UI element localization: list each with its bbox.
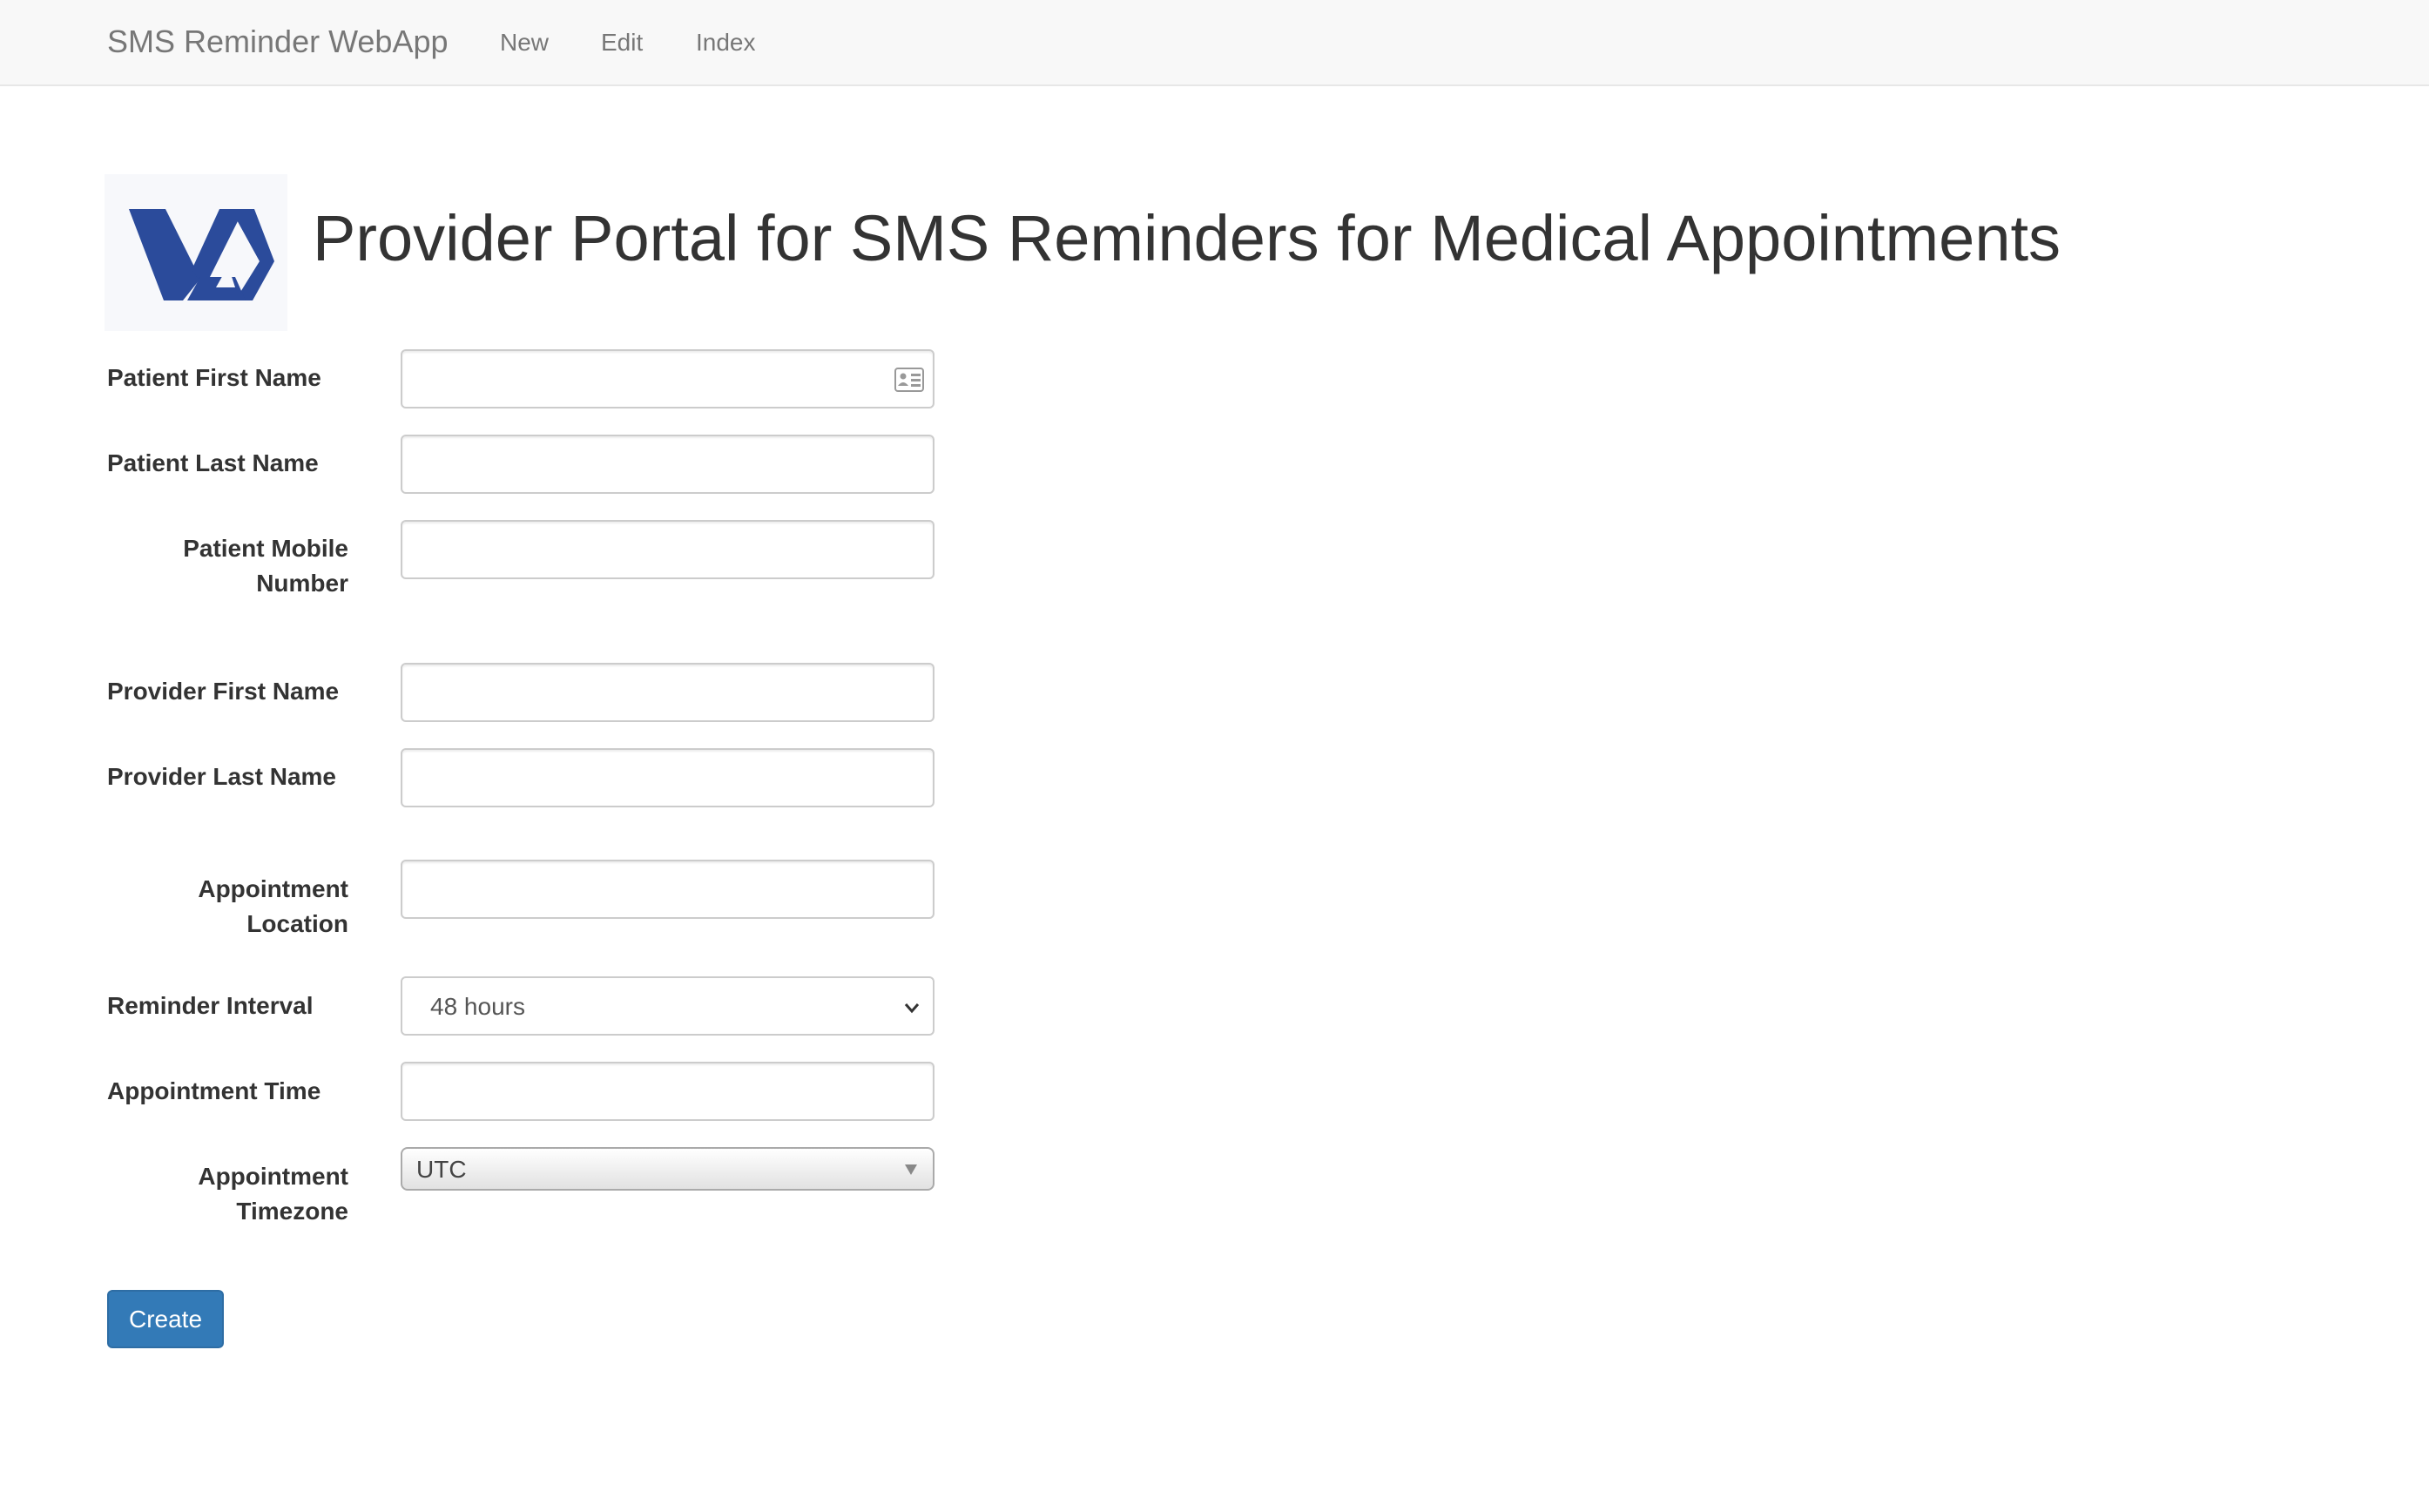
patient-mobile-number-input[interactable] [402,522,933,577]
patient-first-name-label: Patient First Name [107,364,321,391]
provider-first-name-input[interactable] [402,665,933,720]
appointment-timezone-value: UTC [416,1156,467,1183]
provider-last-name-field[interactable] [401,748,934,807]
page-title: Provider Portal for SMS Reminders for Me… [313,202,2061,274]
patient-mobile-number-field[interactable] [401,520,934,579]
nav-link-new[interactable]: New [500,28,549,57]
provider-first-name-label: Provider First Name [107,678,340,705]
appointment-location-field[interactable] [401,860,934,919]
patient-mobile-number-label: Patient Mobile Number [183,535,348,597]
caret-down-icon [905,1164,917,1175]
provider-last-name-input[interactable] [402,750,933,806]
appointment-location-input[interactable] [402,861,933,917]
appointment-location-label: Appointment Location [198,875,348,937]
brand-link[interactable]: SMS Reminder WebApp [107,23,449,61]
patient-first-name-input[interactable] [402,351,933,407]
patient-last-name-input[interactable] [402,436,933,492]
appointment-time-label: Appointment Time [107,1077,321,1104]
navbar: SMS Reminder WebApp New Edit Index [0,0,2429,86]
appointment-time-input[interactable] [402,1063,933,1119]
appointment-timezone-label: Appointment Timezone [198,1163,348,1225]
chevron-down-icon [904,1003,920,1014]
nav-link-index[interactable]: Index [696,28,756,57]
nav-link-edit[interactable]: Edit [601,28,643,57]
contact-card-icon[interactable] [894,367,924,393]
reminder-interval-select[interactable]: 48 hours [401,976,934,1036]
reminder-interval-value: 48 hours [430,993,525,1020]
va-logo-icon [105,174,287,331]
reminder-interval-label: Reminder Interval [107,992,314,1019]
patient-last-name-field[interactable] [401,435,934,494]
appointment-time-field[interactable] [401,1062,934,1121]
patient-last-name-label: Patient Last Name [107,449,319,476]
create-button[interactable]: Create [107,1290,224,1348]
patient-first-name-field[interactable] [401,349,934,408]
appointment-timezone-select[interactable]: UTC [401,1147,934,1191]
provider-first-name-field[interactable] [401,663,934,722]
provider-last-name-label: Provider Last Name [107,763,336,790]
